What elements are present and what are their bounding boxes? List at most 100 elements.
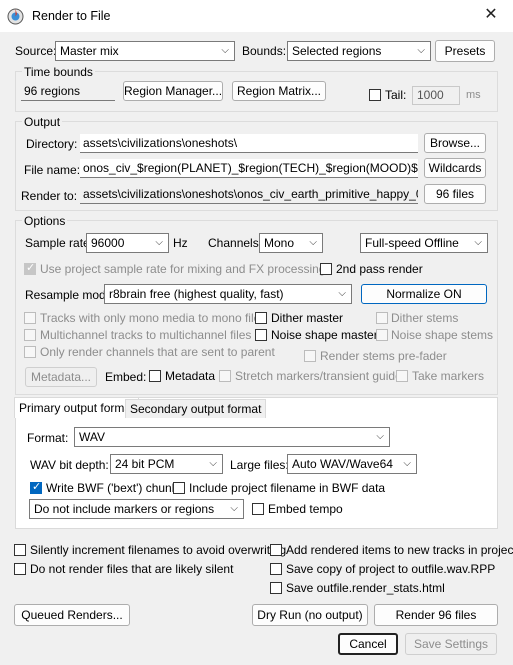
bounds-select[interactable]: Selected regions ⌵: [287, 41, 431, 61]
take-markers-label: Take markers: [412, 369, 485, 383]
cancel-button[interactable]: Cancel: [338, 633, 398, 655]
tracks-mono-checkbox[interactable]: [24, 312, 36, 324]
take-markers-checkbox[interactable]: [396, 370, 408, 382]
chevron-down-icon: ⌵: [403, 458, 411, 469]
chevron-down-icon: ⌵: [309, 237, 317, 248]
dither-master-checkbox[interactable]: [255, 312, 267, 324]
wildcards-button[interactable]: Wildcards: [424, 158, 486, 178]
stretch-markers-checkbox[interactable]: [219, 370, 231, 382]
filename-input[interactable]: onos_civ_$region(PLANET)_$region(TECH)_$…: [80, 159, 418, 178]
second-pass-label: 2nd pass render: [336, 262, 423, 276]
output-title: Output: [22, 115, 63, 129]
render-to-path: assets\civilizations\oneshots\onos_civ_e…: [80, 185, 418, 204]
source-select[interactable]: Master mix ⌵: [55, 41, 235, 61]
chevron-down-icon: ⌵: [376, 431, 384, 442]
directory-input[interactable]: assets\civilizations\oneshots\: [80, 134, 418, 153]
normalize-button[interactable]: Normalize ON: [361, 284, 487, 304]
channels-value: Mono: [264, 236, 295, 250]
chevron-down-icon: ⌵: [474, 237, 482, 248]
channels-select[interactable]: Mono ⌵: [259, 233, 323, 253]
save-stats-label: Save outfile.render_stats.html: [286, 581, 445, 595]
bit-depth-label: WAV bit depth:: [30, 458, 109, 472]
tail-unit: ms: [466, 89, 481, 101]
save-settings-button[interactable]: Save Settings: [405, 633, 497, 655]
format-select[interactable]: WAV ⌵: [74, 427, 390, 447]
write-bwf-checkbox[interactable]: ✓: [30, 481, 42, 494]
tail-label: Tail:: [385, 88, 407, 102]
save-stats-checkbox[interactable]: [270, 582, 282, 594]
browse-button[interactable]: Browse...: [424, 133, 486, 153]
do-not-render-silent-checkbox[interactable]: [14, 563, 26, 575]
resample-value: r8brain free (highest quality, fast): [109, 287, 284, 301]
region-manager-button[interactable]: Region Manager...: [123, 81, 223, 101]
noise-shape-stems-checkbox[interactable]: [376, 329, 388, 341]
only-sent-checkbox[interactable]: [24, 346, 36, 358]
add-rendered-checkbox[interactable]: [270, 544, 282, 556]
noise-shape-master-checkbox[interactable]: [255, 329, 267, 341]
resample-select[interactable]: r8brain free (highest quality, fast) ⌵: [104, 284, 352, 304]
source-value: Master mix: [60, 44, 119, 58]
queued-renders-button[interactable]: Queued Renders...: [14, 604, 130, 626]
add-rendered-label: Add rendered items to new tracks in proj…: [286, 543, 513, 557]
tab-secondary-output[interactable]: Secondary output format: [125, 399, 267, 418]
presets-button[interactable]: Presets: [435, 40, 495, 62]
large-files-label: Large files:: [230, 458, 289, 472]
bounds-label: Bounds:: [242, 44, 287, 58]
only-sent-label: Only render channels that are sent to pa…: [40, 345, 275, 359]
save-copy-label: Save copy of project to outfile.wav.RPP: [286, 562, 496, 576]
filename-label: File name:: [24, 163, 81, 177]
bounds-value: Selected regions: [292, 44, 382, 58]
render-button[interactable]: Render 96 files: [374, 604, 498, 626]
silently-increment-label: Silently increment filenames to avoid ov…: [30, 543, 287, 557]
dry-run-button[interactable]: Dry Run (no output): [252, 604, 368, 626]
large-files-select[interactable]: Auto WAV/Wave64 ⌵: [287, 454, 417, 474]
dither-stems-checkbox[interactable]: [376, 312, 388, 324]
tab-primary-output[interactable]: Primary output format: [14, 397, 140, 418]
save-copy-checkbox[interactable]: [270, 563, 282, 575]
dither-stems-label: Dither stems: [391, 311, 459, 325]
render-stems-prefader-checkbox[interactable]: [304, 350, 316, 362]
sample-rate-unit: Hz: [173, 236, 188, 250]
tail-checkbox[interactable]: [369, 89, 381, 101]
chevron-down-icon: ⌵: [209, 458, 217, 469]
render-speed-select[interactable]: Full-speed Offline ⌵: [360, 233, 488, 253]
include-filename-checkbox[interactable]: [173, 482, 185, 494]
close-icon[interactable]: ✕: [480, 4, 502, 26]
bit-depth-value: 24 bit PCM: [115, 457, 175, 471]
chevron-down-icon: ⌵: [221, 45, 229, 56]
render-stems-prefader-label: Render stems pre-fader: [320, 349, 447, 363]
chevron-down-icon: ⌵: [338, 288, 346, 299]
metadata-button[interactable]: Metadata...: [25, 367, 97, 387]
files-count-button[interactable]: 96 files: [424, 184, 486, 204]
silently-increment-checkbox[interactable]: [14, 544, 26, 556]
embed-tempo-checkbox[interactable]: [252, 503, 264, 515]
resample-label: Resample mode:: [25, 288, 116, 302]
embed-metadata-label: Metadata: [165, 369, 216, 383]
directory-label: Directory:: [26, 137, 78, 151]
write-bwf-label: Write BWF ('bext') chunk: [46, 481, 178, 495]
render-to-label: Render to:: [21, 189, 78, 203]
stretch-markers-label: Stretch markers/transient guides: [235, 369, 408, 383]
use-project-rate-checkbox[interactable]: ✓: [24, 262, 36, 275]
sample-rate-select[interactable]: 96000 ⌵: [86, 233, 169, 253]
chevron-down-icon: ⌵: [417, 45, 425, 56]
embed-label: Embed:: [105, 370, 147, 384]
source-label: Source:: [15, 44, 57, 58]
multichannel-checkbox[interactable]: [24, 329, 36, 341]
markers-select[interactable]: Do not include markers or regions ⌵: [29, 499, 244, 519]
checkmark-icon: ✓: [32, 481, 42, 493]
window-title: Render to File: [32, 9, 111, 23]
embed-metadata-checkbox[interactable]: [149, 370, 161, 382]
noise-shape-stems-label: Noise shape stems: [391, 328, 494, 342]
markers-value: Do not include markers or regions: [34, 502, 215, 516]
noise-shape-master-label: Noise shape master: [271, 328, 378, 342]
bit-depth-select[interactable]: 24 bit PCM ⌵: [110, 454, 223, 474]
multichannel-label: Multichannel tracks to multichannel file…: [40, 328, 252, 342]
tracks-mono-label: Tracks with only mono media to mono file: [40, 311, 261, 325]
format-label: Format:: [27, 431, 69, 445]
reaper-logo-icon: [7, 8, 24, 25]
tail-input[interactable]: 1000: [412, 86, 460, 105]
region-matrix-button[interactable]: Region Matrix...: [232, 81, 326, 101]
format-value: WAV: [79, 430, 105, 444]
second-pass-checkbox[interactable]: [320, 263, 332, 275]
